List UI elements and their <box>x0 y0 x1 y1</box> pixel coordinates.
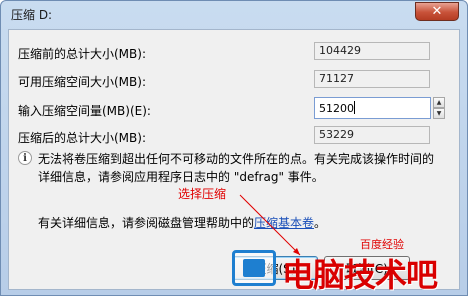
watermark-logo-icon <box>232 250 276 286</box>
watermark-text: 电脑技术吧 <box>282 256 438 294</box>
watermark: 百度经验 电脑技术吧 <box>232 238 468 296</box>
